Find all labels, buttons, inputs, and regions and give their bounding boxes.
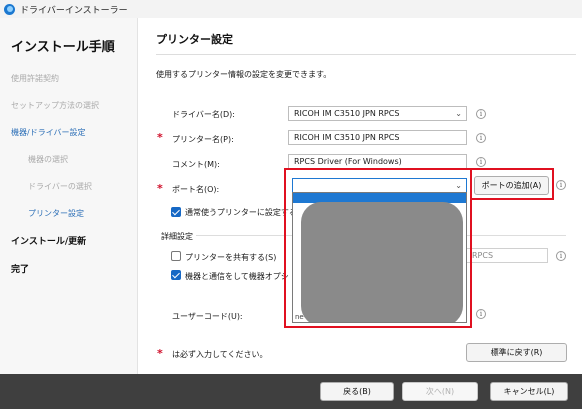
- window-title: ドライバーインストーラー: [20, 5, 128, 16]
- steps-heading: インストール手順: [11, 40, 115, 55]
- info-icon[interactable]: i: [476, 309, 486, 319]
- share-name-value: RPCS: [472, 251, 494, 260]
- share-printer-checkbox[interactable]: [171, 251, 181, 261]
- port-highlight-box: [284, 168, 472, 328]
- step-install-update: インストール/更新: [11, 237, 87, 247]
- add-port-highlight-box: [470, 168, 554, 200]
- info-icon[interactable]: i: [556, 180, 566, 190]
- advanced-heading: 詳細設定: [161, 232, 193, 241]
- printer-name-label: プリンター名(P):: [172, 135, 234, 144]
- info-icon[interactable]: i: [476, 109, 486, 119]
- page-description: 使用するプリンター情報の設定を変更できます。: [156, 70, 332, 79]
- required-mark: *: [157, 131, 163, 144]
- required-mark: *: [157, 182, 163, 195]
- required-note: は必ず入力してください。: [172, 350, 268, 359]
- default-printer-checkbox[interactable]: [171, 207, 181, 217]
- app-icon: [4, 3, 15, 15]
- info-icon[interactable]: i: [476, 133, 486, 143]
- step-device-select: 機器の選択: [28, 155, 68, 164]
- back-button[interactable]: 戻る(B): [320, 382, 394, 401]
- cancel-button[interactable]: キャンセル(L): [490, 382, 568, 401]
- required-mark: *: [157, 347, 163, 360]
- step-setup-method: セットアップ方法の選択: [11, 101, 99, 110]
- reset-defaults-button[interactable]: 標準に戻す(R): [466, 343, 567, 362]
- step-driver-select: ドライバーの選択: [28, 182, 92, 191]
- step-printer-settings: プリンター設定: [28, 209, 84, 218]
- footer-bar: 戻る(B) 次へ(N) キャンセル(L): [0, 374, 582, 409]
- chevron-down-icon: ⌄: [455, 109, 462, 118]
- port-name-label: ポート名(O):: [172, 185, 220, 194]
- user-code-label: ユーザーコード(U):: [172, 312, 243, 321]
- share-printer-label: プリンターを共有する(S): [185, 253, 277, 262]
- driver-name-select[interactable]: RICOH IM C3510 JPN RPCS ⌄: [288, 106, 467, 121]
- step-device-driver: 機器/ドライバー設定: [11, 128, 86, 137]
- next-button[interactable]: 次へ(N): [402, 382, 478, 401]
- info-icon[interactable]: i: [556, 251, 566, 261]
- driver-name-label: ドライバー名(D):: [172, 110, 235, 119]
- page-title: プリンター設定: [156, 33, 233, 46]
- info-icon[interactable]: i: [476, 157, 486, 167]
- title-bar: ドライバーインストーラー: [0, 0, 582, 18]
- share-name-input[interactable]: RPCS: [466, 248, 548, 263]
- comment-value: RPCS Driver (For Windows): [294, 157, 402, 166]
- comment-label: コメント(M):: [172, 160, 220, 169]
- comment-input[interactable]: RPCS Driver (For Windows): [288, 154, 467, 169]
- printer-name-input[interactable]: RICOH IM C3510 JPN RPCS: [288, 130, 467, 145]
- step-license: 使用許諾契約: [11, 74, 59, 83]
- steps-sidebar: インストール手順 使用許諾契約 セットアップ方法の選択 機器/ドライバー設定 機…: [0, 18, 138, 374]
- printer-name-value: RICOH IM C3510 JPN RPCS: [294, 133, 400, 142]
- title-divider: [156, 54, 576, 55]
- communicate-checkbox[interactable]: [171, 270, 181, 280]
- driver-name-value: RICOH IM C3510 JPN RPCS: [294, 109, 400, 118]
- step-complete: 完了: [11, 265, 30, 275]
- communicate-label: 機器と通信をして機器オプシ: [185, 272, 289, 281]
